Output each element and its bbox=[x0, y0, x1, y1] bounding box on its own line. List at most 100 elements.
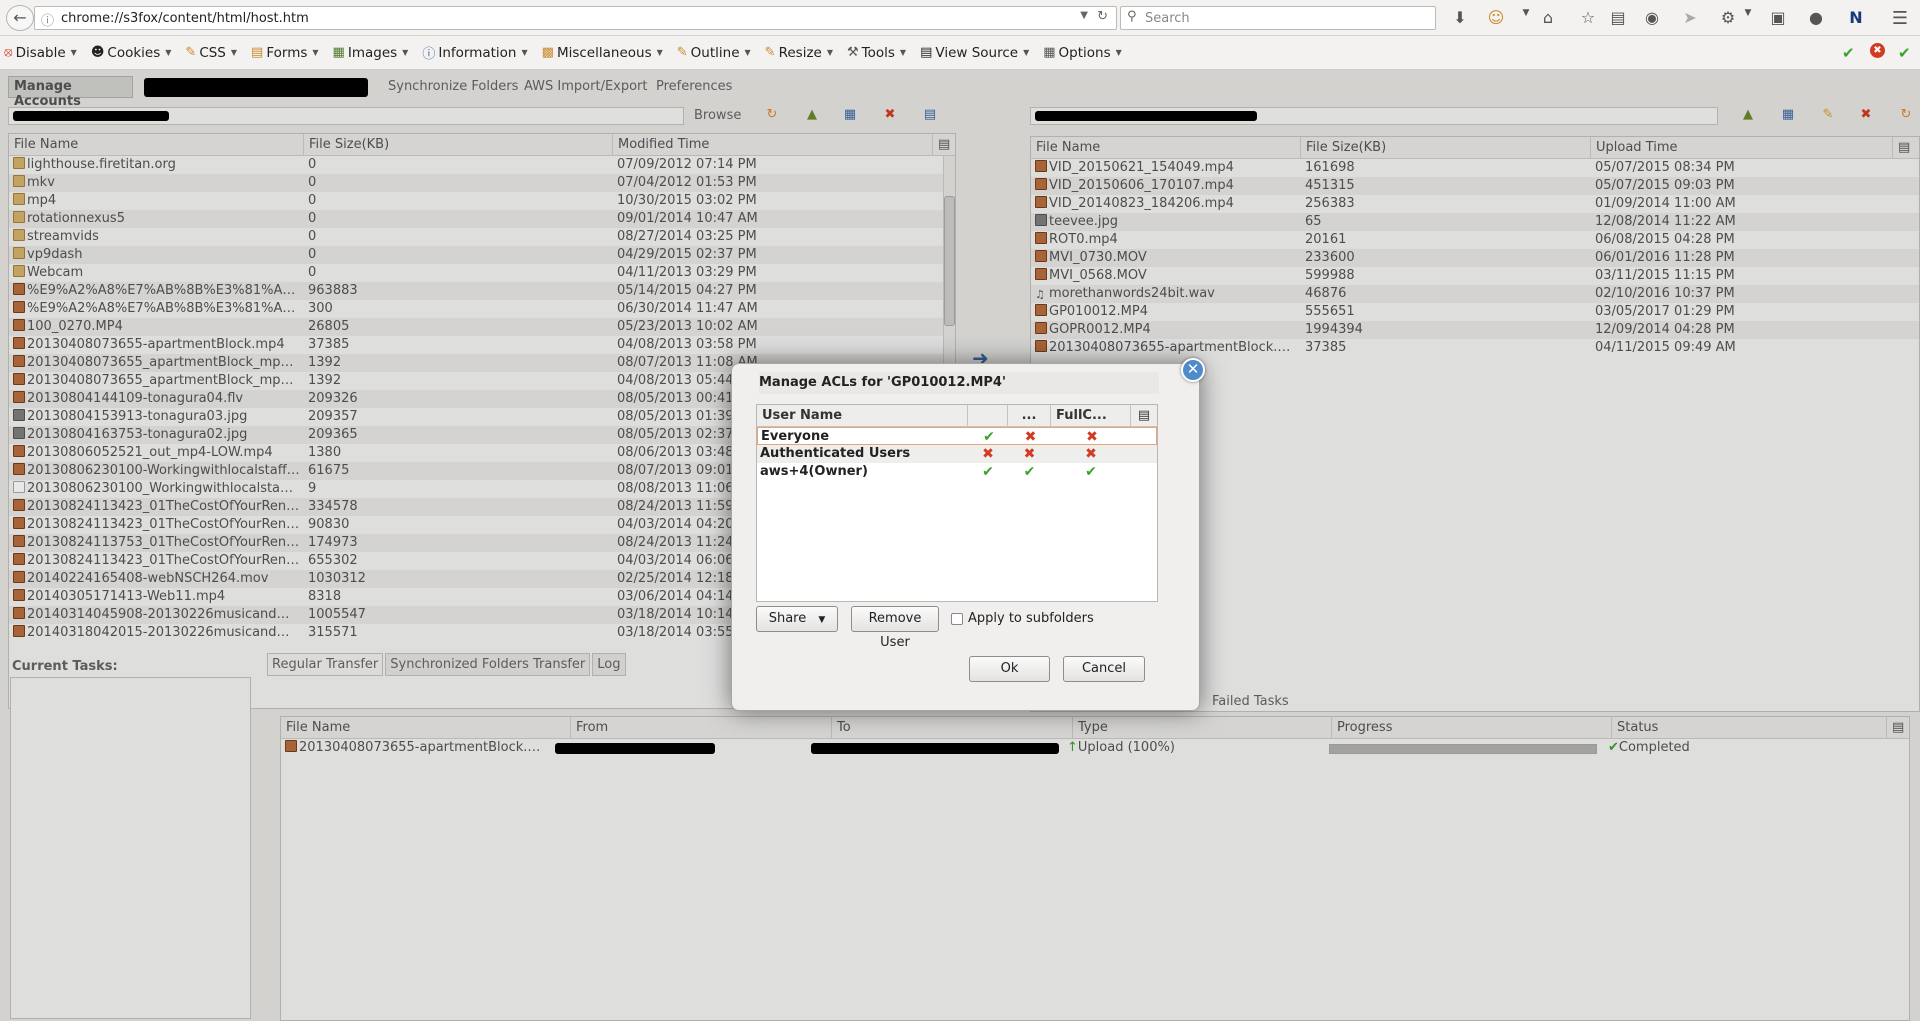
chevron-down-icon[interactable]: ▼ bbox=[1738, 8, 1758, 18]
reload-icon[interactable]: ↻ bbox=[1097, 9, 1108, 24]
webdev-menu-label: Information bbox=[438, 44, 517, 61]
tools-icon: ⚒ bbox=[847, 45, 859, 60]
user-icon: ☻ bbox=[90, 45, 105, 60]
acl-header: User Name ... FullC... ▤ bbox=[757, 405, 1157, 427]
column-header[interactable]: ... bbox=[1008, 405, 1051, 426]
cross-icon[interactable]: ✖ bbox=[1051, 445, 1131, 463]
column-header[interactable] bbox=[968, 405, 1008, 426]
extension-icon[interactable]: ⚙ bbox=[1718, 8, 1738, 27]
check-icon[interactable]: ✔ bbox=[968, 463, 1008, 481]
close-icon[interactable]: ✕ bbox=[1181, 358, 1205, 382]
webdev-menu-options[interactable]: ▦ Options ▼ bbox=[1043, 45, 1122, 61]
dropdown-icon[interactable]: ▼ bbox=[1080, 10, 1088, 21]
pocket-icon[interactable]: ◉ bbox=[1642, 8, 1662, 27]
chevron-down-icon: ▼ bbox=[230, 48, 238, 57]
form-icon: ▤ bbox=[251, 45, 264, 60]
webdev-menu-label: Tools bbox=[861, 44, 895, 61]
webdev-menu-information[interactable]: ⓘ Information ▼ bbox=[422, 43, 528, 63]
manage-acls-dialog: ✕ Manage ACLs for 'GP010012.MP4' User Na… bbox=[731, 358, 1205, 711]
column-header[interactable]: FullC... bbox=[1051, 405, 1131, 426]
apply-subfolders-label[interactable]: Apply to subfolders bbox=[968, 611, 1094, 626]
ok-button[interactable]: Ok bbox=[969, 656, 1050, 682]
share-button[interactable]: Share ▼ bbox=[756, 606, 838, 632]
check-icon[interactable]: ✔ bbox=[969, 428, 1009, 444]
back-button[interactable]: ← bbox=[6, 5, 34, 31]
acl-row[interactable]: Everyone ✔ ✖ ✖ bbox=[757, 427, 1157, 445]
chevron-down-icon: ▼ bbox=[165, 48, 172, 57]
chevron-down-icon: ▼ bbox=[312, 48, 319, 57]
menu-icon[interactable]: ☰ bbox=[1890, 8, 1910, 29]
acl-row[interactable]: aws+4(Owner) ✔ ✔ ✔ bbox=[757, 463, 1157, 481]
webdev-menu-view-source[interactable]: ▤ View Source ▼ bbox=[920, 45, 1029, 61]
search-placeholder: Search bbox=[1145, 11, 1190, 26]
chevron-down-icon: ▼ bbox=[521, 48, 528, 57]
chevron-down-icon: ▼ bbox=[899, 48, 907, 57]
no-entry-icon: ⦻ bbox=[4, 45, 13, 60]
error-icon[interactable]: ✖ bbox=[1870, 43, 1885, 58]
pencil-icon: ✎ bbox=[185, 45, 197, 60]
validation-ok-icon[interactable]: ✔ bbox=[1898, 44, 1911, 62]
cancel-button[interactable]: Cancel bbox=[1063, 656, 1145, 682]
cross-icon[interactable]: ✖ bbox=[1052, 428, 1132, 444]
web-developer-toolbar: ⦻ Disable ▼ ☻ Cookies ▼ ✎ CSS ▼ ▤ Forms ▼ ▦ Images ▼ ⓘ I… bbox=[0, 36, 1920, 70]
site-info-icon[interactable]: ⓘ bbox=[41, 10, 54, 29]
pencil-icon: ✎ bbox=[676, 45, 688, 60]
validation-ok-icon[interactable]: ✔ bbox=[1842, 44, 1855, 62]
chevron-down-icon: ▼ bbox=[826, 48, 833, 57]
screenshot-icon[interactable]: ▣ bbox=[1768, 8, 1788, 27]
chevron-down-icon: ▼ bbox=[1115, 48, 1122, 57]
cross-icon[interactable]: ✖ bbox=[1009, 428, 1052, 444]
webdev-menu-outline[interactable]: ✎ Outline ▼ bbox=[677, 45, 751, 61]
webdev-menu-label: Forms bbox=[266, 44, 308, 61]
webdev-menu-label: Images bbox=[347, 44, 398, 61]
webdev-menu-images[interactable]: ▦ Images ▼ bbox=[333, 45, 409, 61]
webdev-menu-label: Options bbox=[1058, 44, 1111, 61]
share-label: Share bbox=[768, 611, 807, 626]
image-icon: ▦ bbox=[332, 45, 345, 60]
url-bar[interactable]: ⓘ chrome://s3fox/content/html/host.htm ▼… bbox=[34, 6, 1117, 30]
apply-subfolders-checkbox[interactable] bbox=[951, 613, 963, 625]
column-picker-icon[interactable]: ▤ bbox=[1131, 405, 1157, 426]
info-icon: ⓘ bbox=[422, 47, 436, 62]
greasemonkey-icon[interactable]: ☺ bbox=[1486, 8, 1506, 27]
browser-navbar: ← ⓘ chrome://s3fox/content/html/host.htm… bbox=[0, 0, 1920, 36]
check-icon[interactable]: ✔ bbox=[1008, 463, 1051, 481]
search-box[interactable]: ⚲ Search bbox=[1120, 6, 1436, 30]
webdev-menu-miscellaneous[interactable]: ▩ Miscellaneous ▼ bbox=[542, 45, 663, 61]
cross-icon[interactable]: ✖ bbox=[1008, 445, 1051, 463]
webdev-menu-label: Disable bbox=[15, 44, 66, 61]
chevron-down-icon: ▼ bbox=[744, 48, 751, 57]
webdev-menu-label: CSS bbox=[199, 44, 226, 61]
webdev-menu-label: Cookies bbox=[107, 44, 161, 61]
webdev-menu-forms[interactable]: ▤ Forms ▼ bbox=[251, 45, 319, 61]
bookmark-star-icon[interactable]: ☆ bbox=[1578, 8, 1598, 27]
acl-row[interactable]: Authenticated Users ✖ ✖ ✖ bbox=[757, 445, 1157, 463]
acl-user-name: Everyone bbox=[761, 429, 830, 444]
chevron-down-icon: ▼ bbox=[70, 48, 77, 57]
n-extension-icon[interactable]: N bbox=[1846, 8, 1866, 27]
webdev-menu-disable[interactable]: ⦻ Disable ▼ bbox=[4, 45, 77, 61]
acl-table: User Name ... FullC... ▤ Everyone ✔ ✖ ✖ Auth… bbox=[756, 404, 1158, 602]
options-icon: ▦ bbox=[1043, 45, 1056, 60]
webdev-menu-tools[interactable]: ⚒ Tools ▼ bbox=[847, 45, 906, 61]
check-icon[interactable]: ✔ bbox=[1051, 463, 1131, 481]
webdev-menu-resize[interactable]: ✎ Resize ▼ bbox=[765, 45, 833, 61]
download-icon[interactable]: ⬇ bbox=[1450, 8, 1470, 27]
reading-list-icon[interactable]: ▤ bbox=[1608, 8, 1628, 27]
send-icon[interactable]: ➤ bbox=[1680, 8, 1700, 27]
chevron-down-icon: ▼ bbox=[818, 615, 826, 625]
home-icon[interactable]: ⌂ bbox=[1538, 8, 1558, 27]
view-source-icon: ▤ bbox=[920, 45, 933, 60]
chat-icon[interactable]: ● bbox=[1806, 8, 1826, 27]
search-icon: ⚲ bbox=[1127, 9, 1137, 24]
chevron-down-icon[interactable]: ▼ bbox=[1516, 8, 1536, 18]
chevron-down-icon: ▼ bbox=[1023, 48, 1030, 57]
webdev-menu-css[interactable]: ✎ CSS ▼ bbox=[185, 45, 237, 61]
column-header[interactable]: User Name bbox=[757, 405, 968, 426]
remove-user-button[interactable]: Remove User bbox=[851, 606, 939, 650]
webdev-menu-label: Resize bbox=[778, 44, 822, 61]
chevron-down-icon: ▼ bbox=[402, 48, 409, 57]
acl-user-name: Authenticated Users bbox=[760, 446, 911, 461]
webdev-menu-cookies[interactable]: ☻ Cookies ▼ bbox=[91, 45, 172, 61]
cross-icon[interactable]: ✖ bbox=[968, 445, 1008, 463]
